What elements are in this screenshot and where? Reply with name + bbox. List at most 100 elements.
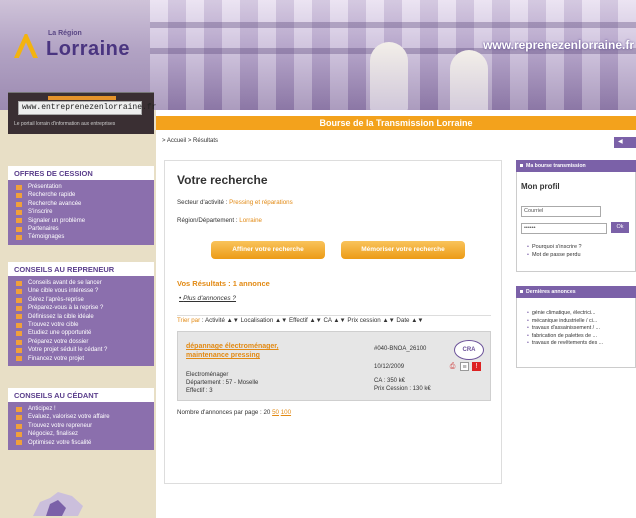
listing-date: 10/12/2009 xyxy=(374,364,405,370)
sidebar-link[interactable]: Evaluez, valorisez votre affaire xyxy=(8,413,154,421)
banner-url: www.entreprenezenlorraine.fr xyxy=(18,101,156,115)
login-ok-button[interactable]: Ok xyxy=(611,222,629,233)
why-register-link[interactable]: Pourquoi s'inscrire ? xyxy=(527,244,582,250)
region-logo[interactable]: La Région Lorraine xyxy=(14,30,154,66)
sidebar-section-cedant: CONSEILS AU CÉDANT Anticipez ! Evaluez, v… xyxy=(8,388,154,451)
more-ads-label: Plus d'annonces ? xyxy=(183,295,237,302)
sidebar-link[interactable]: Gérez l'après-reprise xyxy=(8,296,154,304)
sidebar-link[interactable]: Préparez-vous à la reprise ? xyxy=(8,304,154,312)
sort-label: Trier par xyxy=(177,317,201,324)
page-title-bar: Bourse de la Transmission Lorraine xyxy=(156,116,636,130)
refine-search-button[interactable]: Affiner votre recherche xyxy=(211,241,325,259)
breadcrumb[interactable]: > Accueil > Résultats xyxy=(162,138,218,144)
sidebar-link[interactable]: Trouvez votre cible xyxy=(8,321,154,329)
sector-label: Secteur d'activité : xyxy=(177,199,230,206)
sidebar-link-label: Une cible vous intéresse ? xyxy=(28,288,99,295)
sidebar-link[interactable]: Financez votre projet xyxy=(8,355,154,363)
listing-departement: Département : 57 - Moselle xyxy=(186,380,259,386)
document-icon[interactable]: ≡ xyxy=(460,362,469,371)
banner-accent xyxy=(48,96,116,100)
arrow-bullet-icon xyxy=(16,431,22,437)
sidebar-link[interactable]: Une cible vous intéresse ? xyxy=(8,287,154,295)
sidebar-link-label: Gérez l'après-reprise xyxy=(28,296,84,303)
arrow-bullet-icon xyxy=(16,331,22,337)
sidebar-link[interactable]: Recherche rapide xyxy=(8,191,154,199)
per-page-100-link[interactable]: 100 xyxy=(281,409,291,416)
arrow-bullet-icon xyxy=(16,415,22,421)
sidebar-link-label: Signaler un problème xyxy=(28,217,86,224)
latest-ad-link[interactable]: travaux d'assainissement / ... xyxy=(517,325,635,333)
bourse-header: Ma bourse transmission xyxy=(516,160,636,172)
latest-ads-list: génie climatique, électrici...mécanique … xyxy=(516,298,636,368)
sidebar-link-label: Préparez-vous à la reprise ? xyxy=(28,305,104,312)
header-photo xyxy=(150,0,636,110)
sidebar-link[interactable]: Conseils avant de se lancer xyxy=(8,279,154,287)
latest-ad-link[interactable]: travaux de revêtements des ... xyxy=(517,340,635,348)
sort-bar[interactable]: Trier par : Activité ▲▼ Localisation ▲▼ … xyxy=(177,317,423,324)
listing-title-line1: dépannage électroménager, xyxy=(186,343,279,350)
listing-title-line2: maintenance pressing xyxy=(186,352,260,359)
sidebar-link-label: Recherche avancée xyxy=(28,200,82,207)
alert-icon[interactable]: ! xyxy=(472,362,481,371)
right-column: Ma bourse transmission Mon profil Courri… xyxy=(516,160,636,368)
listing-card[interactable]: dépannage électroménager, maintenance pr… xyxy=(177,331,491,401)
latest-ads-header: Dernières annonces xyxy=(516,286,636,298)
arrow-bullet-icon xyxy=(16,356,22,362)
section-items: Présentation Recherche rapide Recherche av… xyxy=(8,180,154,245)
email-field[interactable]: Courriel xyxy=(521,206,601,217)
sidebar-link-label: Présentation xyxy=(28,184,62,190)
sidebar-link[interactable]: Partenaires xyxy=(8,225,154,233)
listing-ref: #040-BNOA_26100 xyxy=(374,346,427,352)
back-button[interactable]: ◀ Retou xyxy=(614,137,636,156)
sidebar-link-label: Votre projet séduit le cédant ? xyxy=(28,347,108,354)
sidebar-link[interactable]: Témoignages xyxy=(8,233,154,241)
sidebar-link-label: Partenaires xyxy=(28,226,59,233)
sidebar-link[interactable]: Signaler un problème xyxy=(8,217,154,225)
arrow-bullet-icon xyxy=(16,440,22,446)
site-url[interactable]: www.reprenezenlorraine.fr xyxy=(483,38,634,52)
save-search-button[interactable]: Mémoriser votre recherche xyxy=(341,241,465,259)
sidebar-link[interactable]: Présentation xyxy=(8,183,154,191)
sidebar-section-offres: OFFRES DE CESSION Présentation Recherche … xyxy=(8,166,154,245)
latest-ad-link[interactable]: génie climatique, électrici... xyxy=(517,310,635,318)
latest-ad-link[interactable]: fabrication de palettes de ... xyxy=(517,333,635,341)
arrow-bullet-icon xyxy=(16,339,22,345)
sort-fields[interactable]: : Activité ▲▼ Localisation ▲▼ Effectif ▲… xyxy=(200,317,424,324)
sidebar-link-label: Conseils avant de se lancer xyxy=(28,280,102,286)
sidebar-link[interactable]: Anticipez ! xyxy=(8,405,154,413)
sidebar-link[interactable]: Préparez votre dossier xyxy=(8,338,154,346)
arrow-bullet-icon xyxy=(16,235,22,241)
arrow-bullet-icon xyxy=(16,201,22,207)
lost-password-link[interactable]: Mot de passe perdu xyxy=(527,252,581,258)
entreprenez-banner[interactable]: www.entreprenezenlorraine.fr Le portail … xyxy=(8,92,156,134)
listing-actions: ⎙ ≡ ! xyxy=(448,362,481,371)
password-field[interactable]: •••••• xyxy=(521,223,607,234)
sidebar-link[interactable]: Etudiez une opportunité xyxy=(8,329,154,337)
sidebar-link[interactable]: Négociez, finalisez xyxy=(8,430,154,438)
more-ads-link[interactable]: • Plus d'annonces ? xyxy=(179,295,236,302)
print-icon[interactable]: ⎙ xyxy=(448,362,457,371)
latest-ad-link[interactable]: mécanique industrielle / ci... xyxy=(517,318,635,326)
sidebar-link[interactable]: Optimisez votre fiscalité xyxy=(8,439,154,447)
divider xyxy=(177,315,491,316)
listing-title-link[interactable]: dépannage électroménager, maintenance pr… xyxy=(186,342,279,360)
logo-title: Lorraine xyxy=(46,38,131,60)
sidebar-link-label: Préparez votre dossier xyxy=(28,338,89,345)
section-title: OFFRES DE CESSION xyxy=(8,166,154,180)
sidebar-link[interactable]: Recherche avancée xyxy=(8,200,154,208)
region-label: Région/Département : xyxy=(177,217,240,224)
latest-ads-box: Dernières annonces génie climatique, éle… xyxy=(516,286,636,368)
per-page-label: Nombre d'annonces par page : 20 xyxy=(177,409,273,416)
logo-subtitle: La Région xyxy=(48,30,82,37)
sidebar-link-label: Evaluez, valorisez votre affaire xyxy=(28,414,110,421)
sidebar-link[interactable]: Définissez la cible idéale xyxy=(8,313,154,321)
region-line: Région/Département : Lorraine xyxy=(177,217,262,224)
arrow-bullet-icon xyxy=(16,280,22,286)
sidebar-link[interactable]: Votre projet séduit le cédant ? xyxy=(8,346,154,354)
sidebar-link[interactable]: Trouvez votre repreneur xyxy=(8,422,154,430)
sidebar-link[interactable]: S'inscrire xyxy=(8,208,154,216)
sidebar-link-label: Définissez la cible idéale xyxy=(28,313,94,320)
arrow-bullet-icon xyxy=(16,289,22,295)
per-page-50-link[interactable]: 50 xyxy=(272,409,279,416)
cra-logo: CRA xyxy=(454,340,484,360)
